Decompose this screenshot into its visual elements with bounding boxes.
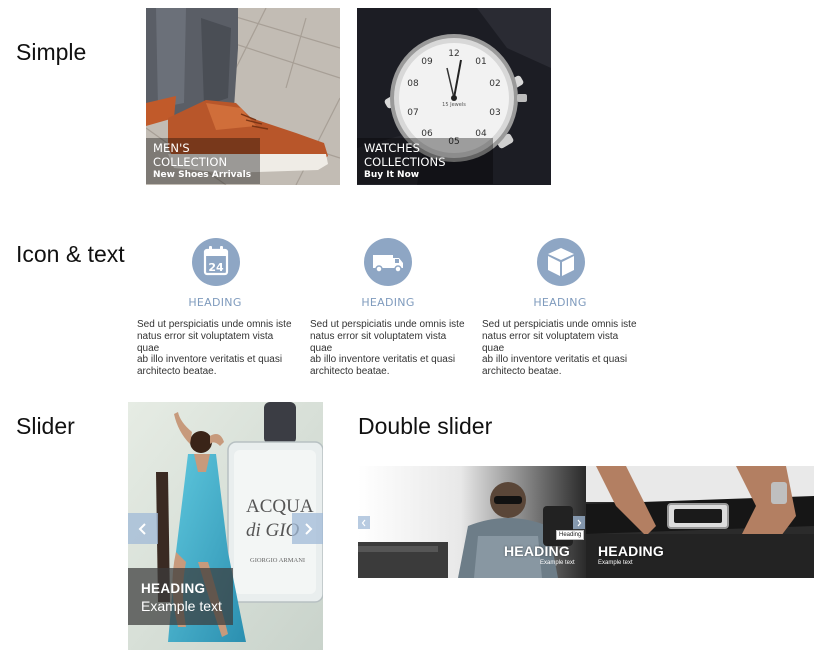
feature-text-line: natus error sit voluptatem vista quae xyxy=(137,330,274,354)
feature-item: HEADING Sed ut perspiciatis unde omnis i… xyxy=(310,238,470,377)
section-title-double-slider: Double slider xyxy=(358,413,493,439)
double-slide-1[interactable]: HEADING Example text Heading xyxy=(358,466,586,578)
svg-text:02: 02 xyxy=(489,79,500,89)
banner-caption: MEN'S COLLECTION New Shoes Arrivals xyxy=(146,138,260,184)
feature-heading: HEADING xyxy=(361,296,415,309)
feature-text-line: ab illo inventore veritatis et quasi xyxy=(310,354,456,366)
feature-text: Sed ut perspiciatis unde omnis iste natu… xyxy=(482,319,642,378)
section-title-simple: Simple xyxy=(16,39,87,65)
banner-watches-collections[interactable]: 12 01 02 03 04 05 06 07 08 09 15 Jewels WATCHE… xyxy=(357,8,551,185)
calendar-icon-number: 24 xyxy=(208,261,224,274)
feature-text-line: natus error sit voluptatem vista quae xyxy=(310,330,447,354)
feature-heading: HEADING xyxy=(533,296,587,309)
box-icon xyxy=(537,238,585,286)
svg-text:08: 08 xyxy=(407,79,419,89)
banner-caption: WATCHES COLLECTIONS Buy It Now xyxy=(357,138,493,184)
feature-text: Sed ut perspiciatis unde omnis iste natu… xyxy=(310,319,470,378)
double-slide-text: Example text xyxy=(598,560,633,566)
feature-text: Sed ut perspiciatis unde omnis iste natu… xyxy=(137,319,297,378)
feature-text-line: architecto beatae. xyxy=(137,366,217,378)
section-title-icon-text: Icon & text xyxy=(16,241,125,267)
truck-icon xyxy=(364,238,412,286)
feature-text-line: Sed ut perspiciatis unde omnis iste xyxy=(310,319,465,330)
chevron-left-icon xyxy=(138,522,146,535)
section-title-slider: Slider xyxy=(16,413,75,439)
feature-text-line: ab illo inventore veritatis et quasi xyxy=(482,354,628,366)
double-slider-next-button[interactable] xyxy=(573,516,585,529)
svg-text:15 Jewels: 15 Jewels xyxy=(442,102,466,108)
feature-text-line: Sed ut perspiciatis unde omnis iste xyxy=(137,319,292,330)
double-slide-heading: HEADING xyxy=(504,543,570,559)
double-slider-prev-button[interactable] xyxy=(358,516,370,529)
banner-title: WATCHES COLLECTIONS xyxy=(364,141,446,169)
banner-mens-collection[interactable]: MEN'S COLLECTION New Shoes Arrivals xyxy=(146,8,340,185)
feature-text-line: natus error sit voluptatem vista quae xyxy=(482,330,619,354)
svg-text:01: 01 xyxy=(475,57,486,67)
feature-text-line: Sed ut perspiciatis unde omnis iste xyxy=(482,319,637,330)
feature-text-line: architecto beatae. xyxy=(482,366,562,378)
banner-subtitle: New Shoes Arrivals xyxy=(153,170,252,180)
image-slider[interactable]: ACQUA di GIO GIORGIO ARMANI HEADING Exam… xyxy=(128,402,323,650)
banner-subtitle: Buy It Now xyxy=(364,170,420,180)
svg-text:03: 03 xyxy=(489,108,500,118)
calendar-icon: 24 xyxy=(192,238,240,286)
slide-caption: HEADING Example text xyxy=(128,568,233,625)
chevron-left-icon xyxy=(361,519,366,526)
double-slide-text: Example text xyxy=(540,560,575,566)
feature-heading: HEADING xyxy=(188,296,242,309)
svg-text:12: 12 xyxy=(448,49,459,59)
double-slider[interactable]: HEADING Example text Heading HEADING Exa… xyxy=(358,466,814,578)
feature-text-line: ab illo inventore veritatis et quasi xyxy=(137,354,283,366)
feature-text-line: architecto beatae. xyxy=(310,366,390,378)
slider-prev-button[interactable] xyxy=(128,513,158,544)
chevron-right-icon xyxy=(304,522,312,535)
feature-item: HEADING Sed ut perspiciatis unde omnis i… xyxy=(482,238,642,377)
double-slide-heading: HEADING xyxy=(598,543,664,559)
double-slide-2[interactable]: HEADING Example text xyxy=(586,466,814,578)
svg-text:07: 07 xyxy=(407,108,418,118)
bottle-maker: GIORGIO ARMANI xyxy=(250,557,305,564)
slider-next-button[interactable] xyxy=(292,513,323,544)
chevron-right-icon xyxy=(577,519,582,526)
svg-text:09: 09 xyxy=(421,57,433,67)
slide-heading: HEADING xyxy=(141,581,206,596)
feature-item: 24 HEADING Sed ut perspiciatis unde omni… xyxy=(137,238,297,377)
double-slide-tag: Heading xyxy=(556,530,585,540)
slide-text: Example text xyxy=(141,598,222,614)
banner-title: MEN'S COLLECTION xyxy=(153,141,228,169)
